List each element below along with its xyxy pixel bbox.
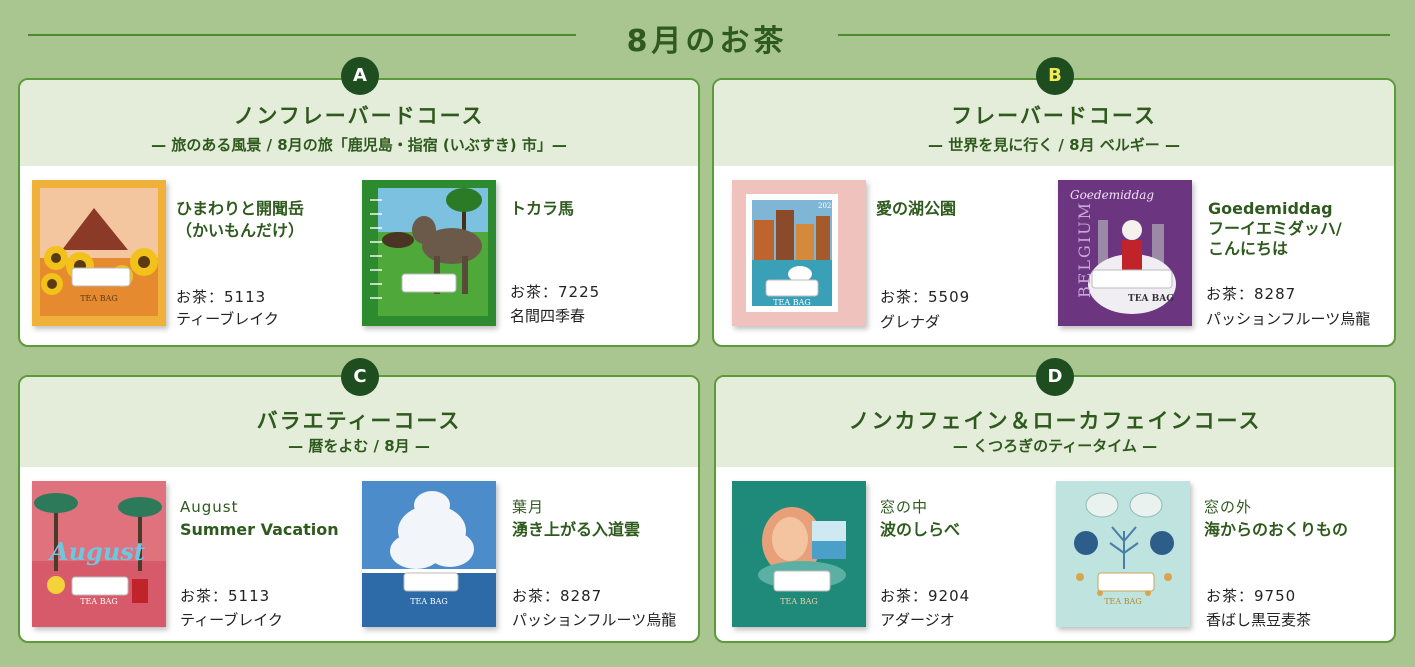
item-c1-name-line1: Summer Vacation — [180, 520, 339, 539]
tea-package-goedemiddag[interactable]: Goedemiddag BELGIUM TEA BAG — [1058, 180, 1192, 326]
item-a2-name-line1: トカラ馬 — [510, 199, 575, 218]
item-b1-blend: グレナダ — [880, 313, 941, 331]
package-label: TEA BAG — [773, 298, 811, 307]
item-d1-tea-number: お茶：9204 — [880, 587, 971, 605]
package-label: TEA BAG — [1128, 294, 1174, 304]
item-a1-tea-number: お茶：5113 — [176, 288, 267, 306]
item-d2-blend: 香ばし黒豆麦茶 — [1206, 611, 1312, 629]
item-a2-blend: 名間四季春 — [510, 307, 586, 325]
item-d1-pre: 窓の中 — [880, 498, 929, 516]
item-b2-name-line1: Goedemiddag — [1208, 199, 1333, 218]
package-year: 2026 — [818, 202, 836, 210]
tea-package-umi-kara-no-okurimono[interactable]: TEA BAG — [1056, 481, 1190, 627]
tea-package-nyudougumo[interactable]: TEA BAG — [362, 481, 496, 627]
course-b-subtitle: — 世界を見に行く / 8月 ベルギー — — [927, 136, 1181, 154]
item-c2-blend: パッションフルーツ烏龍 — [512, 611, 677, 629]
title-rule-left — [28, 34, 576, 36]
item-c2-tea-number: お茶：8287 — [512, 587, 603, 605]
tea-package-tokara-horse[interactable] — [362, 180, 496, 326]
item-b2-blend: パッションフルーツ烏龍 — [1206, 310, 1371, 328]
item-b2-name-line2: フーイエミダッハ/ — [1208, 219, 1342, 238]
page-title: 8月のお茶 — [626, 24, 788, 59]
tea-package-himawari[interactable]: TEA BAG — [32, 180, 166, 326]
package-label: TEA BAG — [410, 597, 448, 606]
course-d-card: ノンカフェイン＆ローカフェインコース — くつろぎのティータイム — TEA B… — [714, 375, 1396, 643]
course-b-card: フレーバードコース — 世界を見に行く / 8月 ベルギー — 2026 TEA… — [712, 78, 1396, 347]
item-b1-tea-number: お茶：5509 — [880, 288, 971, 306]
item-c1-pre: August — [180, 498, 239, 516]
course-c-badge: C — [341, 358, 379, 396]
item-d2-pre: 窓の外 — [1204, 498, 1253, 516]
course-a-subtitle: — 旅のある風景 / 8月の旅「鹿児島・指宿 (いぶすき) 市」— — [151, 136, 567, 154]
item-c1-blend: ティーブレイク — [180, 611, 283, 629]
course-c-card: バラエティーコース — 暦をよむ / 8月 — August TEA BAG A… — [18, 375, 700, 643]
item-c1-tea-number: お茶：5113 — [180, 587, 271, 605]
course-a-badge: A — [341, 57, 379, 95]
item-b2-tea-number: お茶：8287 — [1206, 285, 1297, 303]
item-b2-name-line3: こんにちは — [1208, 239, 1289, 258]
package-label: TEA BAG — [80, 294, 118, 303]
course-d-subtitle: — くつろぎのティータイム — — [952, 437, 1158, 455]
course-a-title: ノンフレーバードコース — [233, 104, 485, 128]
page-header: 8月のお茶 — [0, 14, 1415, 59]
item-d2-tea-number: お茶：9750 — [1206, 587, 1297, 605]
tea-package-nami-no-shirabe[interactable]: TEA BAG — [732, 481, 866, 627]
item-a1-blend: ティーブレイク — [176, 310, 279, 328]
item-d2-name-line1: 海からのおくりもの — [1204, 520, 1349, 539]
course-a-card: ノンフレーバードコース — 旅のある風景 / 8月の旅「鹿児島・指宿 (いぶすき… — [18, 78, 700, 347]
item-c2-name-line1: 湧き上がる入道雲 — [512, 520, 641, 539]
package-label: TEA BAG — [1104, 597, 1142, 606]
item-c2-pre: 葉月 — [512, 498, 545, 516]
package-script-text: Goedemiddag — [1070, 188, 1155, 202]
course-d-badge: D — [1036, 358, 1074, 396]
item-d1-name-line1: 波のしらべ — [880, 520, 961, 539]
package-label: TEA BAG — [80, 597, 118, 606]
course-b-badge: B — [1036, 57, 1074, 95]
item-a1-name-line1: ひまわりと開聞岳 — [176, 199, 305, 218]
course-c-title: バラエティーコース — [256, 409, 462, 433]
item-a2-tea-number: お茶：7225 — [510, 283, 601, 301]
item-d1-blend: アダージオ — [880, 611, 955, 629]
course-d-title: ノンカフェイン＆ローカフェインコース — [848, 409, 1262, 433]
tea-package-lake-of-love[interactable]: 2026 TEA BAG — [732, 180, 866, 326]
course-b-title: フレーバードコース — [951, 104, 1157, 128]
item-a1-name-line2: （かいもんだけ） — [176, 221, 305, 240]
package-label: TEA BAG — [780, 597, 818, 606]
course-c-subtitle: — 暦をよむ / 8月 — — [288, 437, 430, 455]
package-script-text: August — [50, 537, 145, 566]
package-country-text: BELGIUM — [1075, 200, 1095, 299]
tea-package-august[interactable]: August TEA BAG — [32, 481, 166, 627]
item-b1-name-line1: 愛の湖公園 — [876, 199, 957, 218]
title-rule-right — [838, 34, 1390, 36]
